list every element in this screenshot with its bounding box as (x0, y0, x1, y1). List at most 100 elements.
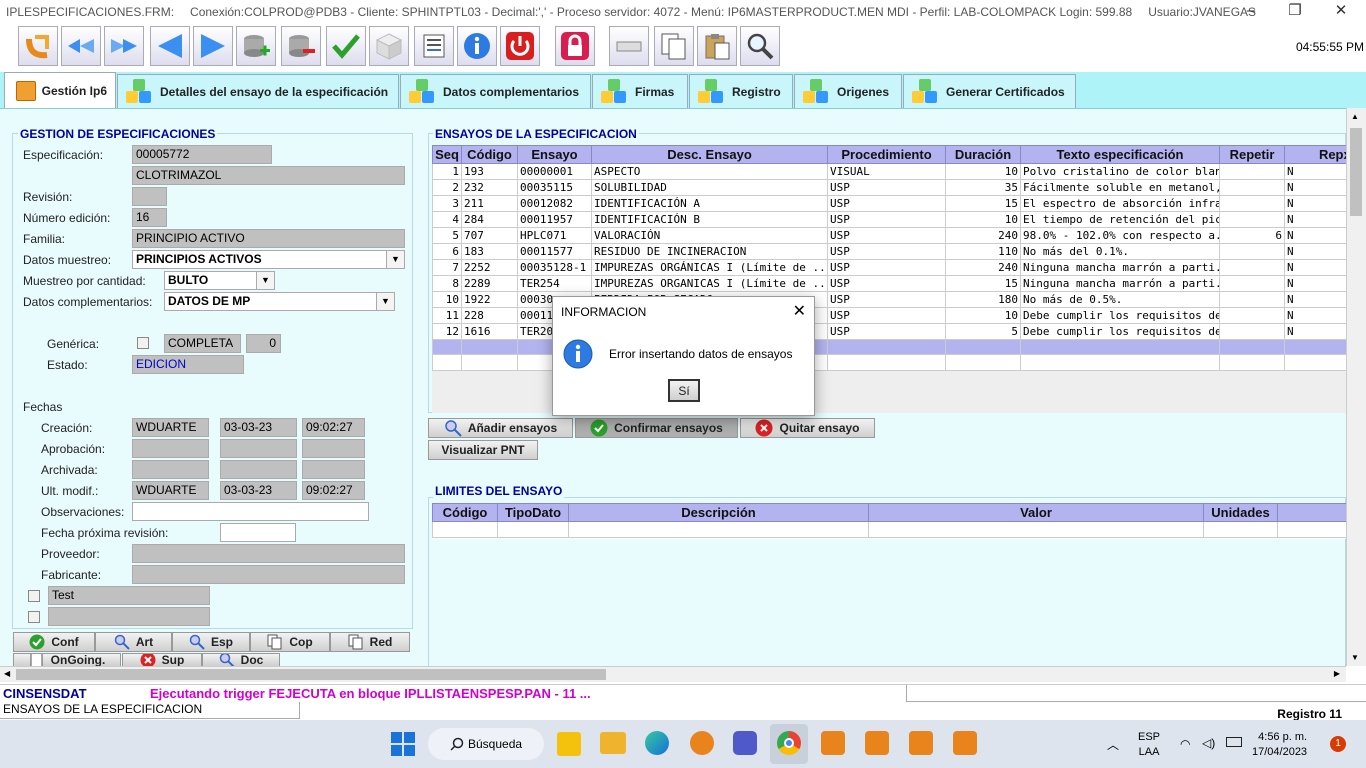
especificacion-name-field[interactable]: CLOTRIMAZOL (132, 166, 405, 185)
especificacion-code-field[interactable]: 00005772 (132, 145, 272, 164)
test-checkbox[interactable] (28, 590, 40, 602)
table-cell[interactable] (1284, 354, 1346, 371)
sup-button[interactable]: Sup (122, 653, 202, 667)
extra-checkbox[interactable] (28, 611, 40, 623)
vertical-scrollbar[interactable]: ▲ ▼ (1346, 108, 1366, 666)
table-cell[interactable]: VISUAL (827, 163, 946, 180)
table-cell[interactable]: IMPUREZAS ORGÁNICAS I (Límite de ... (591, 259, 828, 276)
remove-ensayo-button[interactable]: Quitar ensayo (740, 418, 875, 438)
table-cell[interactable]: 00012082 (517, 195, 592, 212)
table-cell[interactable]: No más del 0.1%. (1020, 243, 1220, 260)
table-cell[interactable]: 6 (1219, 227, 1285, 244)
notification-badge[interactable]: 1 (1330, 736, 1346, 752)
ensayos-col-5[interactable]: Duración (945, 145, 1021, 164)
ensayos-col-8[interactable]: RepxBu (1284, 145, 1346, 164)
table-cell[interactable] (1219, 243, 1285, 260)
table-cell[interactable]: 00035115 (517, 179, 592, 196)
table-cell[interactable]: USP (827, 323, 946, 340)
table-cell[interactable] (1219, 211, 1285, 228)
table-cell[interactable] (1284, 339, 1346, 355)
table-cell[interactable] (1219, 275, 1285, 292)
muestreo-cantidad-select[interactable]: BULTO ▼ (164, 271, 275, 290)
language-indicator[interactable]: ESP LAA (1138, 730, 1160, 760)
table-cell[interactable]: USP (827, 179, 946, 196)
table-cell[interactable]: 240 (945, 227, 1021, 244)
tab-datos-complementarios[interactable]: Datos complementarios (400, 74, 591, 108)
table-cell[interactable] (1219, 259, 1285, 276)
table-row[interactable]: 1 193 00000001 ASPECTO VISUAL 10 Polvo cristal… (432, 163, 1346, 180)
table-cell[interactable]: 10 (945, 307, 1021, 324)
table-cell[interactable]: 2 (432, 179, 462, 196)
eraser-button[interactable] (609, 26, 649, 66)
table-cell[interactable] (1219, 291, 1285, 308)
table-cell[interactable]: 2289 (461, 275, 518, 292)
edge-icon[interactable] (645, 731, 669, 755)
table-cell[interactable] (432, 354, 462, 371)
table-cell[interactable]: 10 (945, 163, 1021, 180)
confirm-ensayos-button[interactable]: Confirmar ensayos (575, 418, 738, 438)
exit-button[interactable] (18, 26, 58, 66)
table-cell[interactable]: 228 (461, 307, 518, 324)
doc-button[interactable]: Doc (202, 653, 280, 667)
table-cell[interactable]: 232 (461, 179, 518, 196)
table-cell[interactable] (432, 339, 462, 355)
taskbar-search[interactable]: Búsqueda (428, 728, 544, 760)
table-cell[interactable]: 00011957 (517, 211, 592, 228)
power-button[interactable] (500, 26, 540, 66)
conf-button[interactable]: Conf (13, 632, 95, 652)
table-cell[interactable]: N (1284, 195, 1346, 212)
table-cell[interactable]: VALORACIÓN (591, 227, 828, 244)
ensayos-col-7[interactable]: Repetir (1219, 145, 1285, 164)
table-cell[interactable]: 35 (945, 179, 1021, 196)
table-cell[interactable] (461, 354, 518, 371)
table-cell[interactable]: 15 (945, 275, 1021, 292)
datos-muestreo-select[interactable]: PRINCIPIOS ACTIVOS ▼ (132, 250, 405, 269)
chrome-taskbar-item[interactable] (770, 724, 808, 764)
table-cell[interactable]: HPLC071 (517, 227, 592, 244)
table-cell[interactable]: 183 (461, 243, 518, 260)
table-cell[interactable]: IDENTIFICACIÓN B (591, 211, 828, 228)
table-cell[interactable] (827, 354, 946, 371)
vertical-scroll-thumb[interactable] (1350, 128, 1362, 216)
table-cell[interactable]: 00011577 (517, 243, 592, 260)
table-cell[interactable]: USP (827, 195, 946, 212)
chevron-up-icon[interactable]: ︿ (1107, 736, 1119, 753)
table-cell[interactable]: USP (827, 291, 946, 308)
table-cell[interactable] (1020, 339, 1220, 355)
ensayos-col-1[interactable]: Código (461, 145, 518, 164)
horizontal-scroll-thumb[interactable] (16, 669, 606, 680)
tab-detalles-ensayo[interactable]: Detalles del ensayo de la especificación (117, 74, 399, 108)
table-cell[interactable]: 98.0% - 102.0% con respecto a... (1020, 227, 1220, 244)
table-cell[interactable]: 4 (432, 211, 462, 228)
scroll-up-icon[interactable]: ▲ (1351, 112, 1359, 121)
table-cell[interactable] (945, 339, 1021, 355)
scroll-down-icon[interactable]: ▼ (1351, 653, 1359, 662)
visualizar-pnt-button[interactable]: Visualizar PNT (428, 440, 538, 460)
table-cell[interactable]: SOLUBILIDAD (591, 179, 828, 196)
table-cell[interactable]: 5 (432, 227, 462, 244)
table-cell[interactable]: 1922 (461, 291, 518, 308)
table-cell[interactable]: N (1284, 211, 1346, 228)
ensayos-col-4[interactable]: Procedimiento (827, 145, 946, 164)
ip6-app-icon[interactable] (690, 731, 714, 755)
table-cell[interactable]: Debe cumplir los requisitos del ... (1020, 307, 1220, 324)
table-cell[interactable] (461, 339, 518, 355)
limites-col-tipodato[interactable]: TipoDato (497, 503, 569, 522)
table-cell[interactable] (1020, 354, 1220, 371)
tab-generar-certificados[interactable]: Generar Certificados (903, 74, 1076, 108)
ensayos-col-0[interactable]: Seq (432, 145, 462, 164)
table-cell[interactable]: 6 (432, 243, 462, 260)
table-row[interactable]: 4 284 00011957 IDENTIFICACIÓN B USP 10 El tiem… (432, 211, 1346, 228)
table-cell[interactable]: IDENTIFICACIÓN A (591, 195, 828, 212)
sticky-notes-icon[interactable] (557, 732, 581, 756)
table-cell[interactable] (1219, 163, 1285, 180)
report-button[interactable] (414, 26, 454, 66)
table-row[interactable]: 2 232 00035115 SOLUBILIDAD USP 35 Fácilmente s… (432, 179, 1346, 196)
table-row[interactable]: 8 2289 TER254 IMPUREZAS ORGANICAS I (Límite… (432, 275, 1346, 292)
paste-button[interactable] (697, 26, 737, 66)
chevron-down-icon[interactable]: ▼ (256, 272, 274, 289)
ensayos-col-3[interactable]: Desc. Ensayo (591, 145, 828, 164)
table-cell[interactable]: USP (827, 211, 946, 228)
table-cell[interactable]: 8 (432, 275, 462, 292)
tab-firmas[interactable]: Firmas (592, 74, 688, 108)
